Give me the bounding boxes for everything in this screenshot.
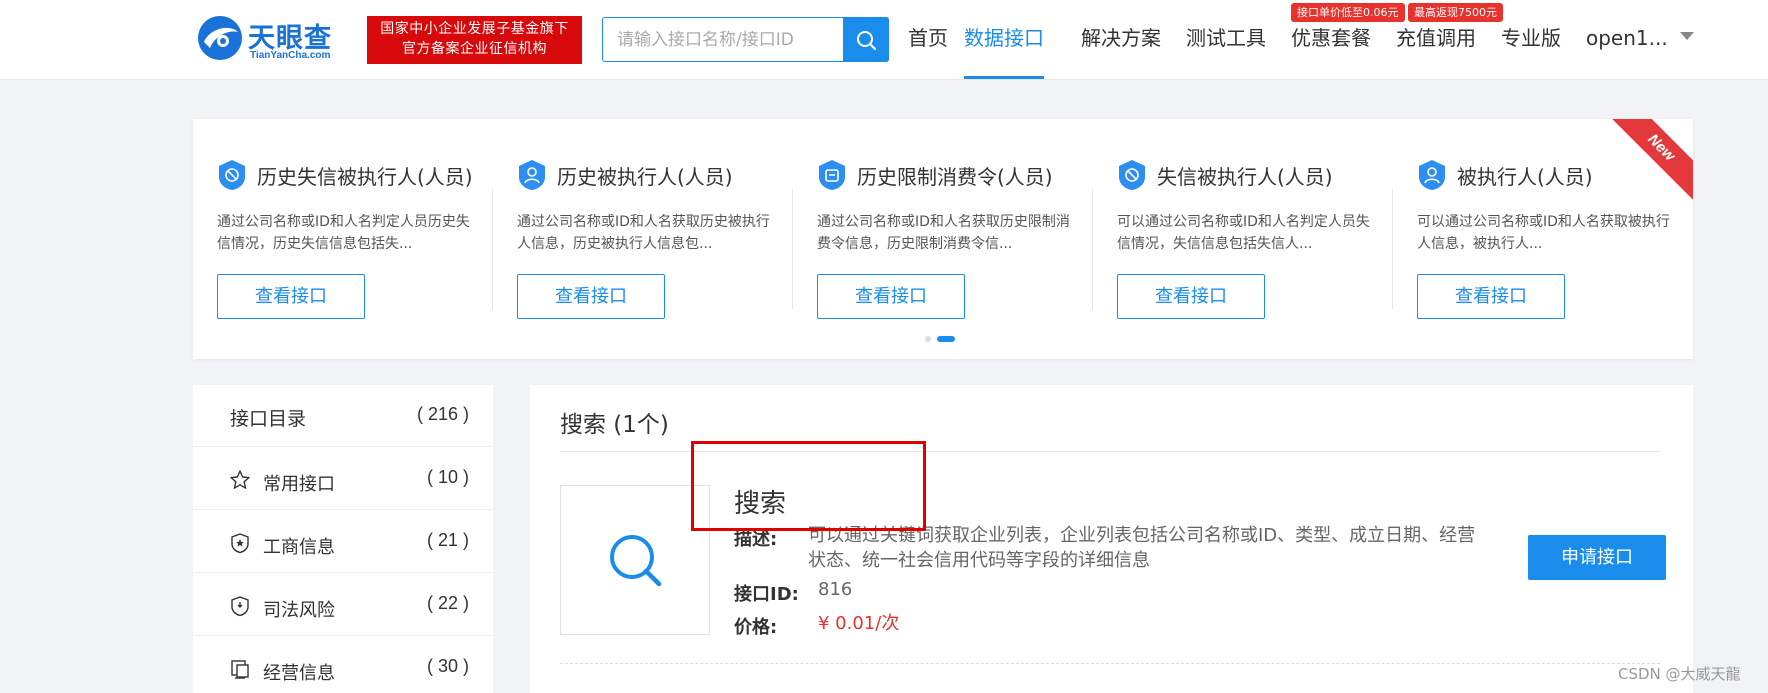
sidebar-item-business-info[interactable]: 工商信息 ( 21 ) <box>193 511 493 573</box>
top-header: 天眼查 TianYanCha.com 国家中小企业发展子基金旗下 官方备案企业征… <box>0 0 1768 80</box>
carousel-card: 历史限制消费令(人员) 通过公司名称或ID和人名获取历史限制消费令信息，历史限制… <box>793 119 1093 359</box>
search-icon <box>857 30 877 50</box>
shield-icon <box>219 160 245 190</box>
promo-tag-unit-price: 接口单价低至0.06元 <box>1291 3 1405 22</box>
sidebar-header[interactable]: 接口目录 ( 216 ) <box>193 385 493 447</box>
tianyancha-logo-icon <box>198 16 242 60</box>
sidebar-item-label: 经营信息 <box>263 663 335 684</box>
carousel-dot-2[interactable] <box>937 336 955 342</box>
api-id: 816 <box>818 579 853 600</box>
gov-badge-line1: 国家中小企业发展子基金旗下 <box>380 21 569 37</box>
gov-badge: 国家中小企业发展子基金旗下 官方备案企业征信机构 <box>367 16 582 64</box>
section-divider <box>560 451 1660 452</box>
sidebar-item-count: ( 22 ) <box>426 593 469 613</box>
card-description: 可以通过公司名称或ID和人名判定人员失信情况，失信信息包括失信人... <box>1117 214 1370 252</box>
api-desc-label: 描述: <box>734 529 778 550</box>
card-description: 通过公司名称或ID和人名获取历史限制消费令信息，历史限制消费令信... <box>817 214 1070 252</box>
star-icon <box>230 470 250 489</box>
sidebar-item-label: 工商信息 <box>263 537 335 558</box>
gov-badge-line2: 官方备案企业征信机构 <box>402 41 547 57</box>
api-id-label: 接口ID: <box>734 584 799 605</box>
card-title: 历史限制消费令(人员) <box>857 165 1053 189</box>
brand-domain: TianYanCha.com <box>250 50 331 61</box>
view-api-button[interactable]: 查看接口 <box>1117 274 1265 319</box>
brand-logo[interactable]: 天眼查 TianYanCha.com <box>196 12 356 68</box>
card-description: 通过公司名称或ID和人名获取历史被执行人信息，历史被执行人信息包... <box>517 214 770 252</box>
view-api-button[interactable]: 查看接口 <box>217 274 365 319</box>
api-price: ¥ 0.01/次 <box>818 613 900 634</box>
nav-pro-version[interactable]: 专业版 <box>1501 0 1561 79</box>
apply-api-button[interactable]: 申请接口 <box>1528 535 1666 580</box>
sidebar-item-label: 常用接口 <box>263 474 335 495</box>
api-price-label: 价格: <box>734 617 778 638</box>
api-description: 可以通过关键词获取企业列表，企业列表包括公司名称或ID、类型、成立日期、经营状态… <box>808 525 1476 571</box>
recommended-api-carousel: New 历史失信被执行人(人员) 通过公司名称或ID和人名判定人员历史失信情况，… <box>193 119 1693 359</box>
chevron-down-icon[interactable] <box>1680 32 1694 40</box>
person-shield-icon <box>519 160 545 190</box>
person-shield-icon <box>1419 160 1445 190</box>
carousel-card: 历史被执行人(人员) 通过公司名称或ID和人名获取历史被执行人信息，历史被执行人… <box>493 119 793 359</box>
view-api-button[interactable]: 查看接口 <box>1417 274 1565 319</box>
nav-solutions[interactable]: 解决方案 <box>1081 0 1161 79</box>
sidebar-item-label: 司法风险 <box>263 600 335 621</box>
sidebar-item-judicial-risk[interactable]: 司法风险 ( 22 ) <box>193 574 493 636</box>
shield-icon <box>1119 160 1145 190</box>
sidebar-item-count: ( 30 ) <box>426 656 469 676</box>
search-box <box>602 17 889 62</box>
nav-home[interactable]: 首页 <box>908 0 948 79</box>
carousel-card: 失信被执行人(人员) 可以通过公司名称或ID和人名判定人员失信情况，失信信息包括… <box>1093 119 1393 359</box>
search-button[interactable] <box>843 17 889 62</box>
sidebar-item-count: ( 21 ) <box>426 530 469 550</box>
card-title: 失信被执行人(人员) <box>1157 165 1333 189</box>
shield-icon <box>231 596 249 617</box>
monitor-icon <box>231 660 249 679</box>
card-description: 通过公司名称或ID和人名判定人员历史失信情况，历史失信信息包括失... <box>217 214 470 252</box>
view-api-button[interactable]: 查看接口 <box>817 274 965 319</box>
carousel-card: 被执行人(人员) 可以通过公司名称或ID和人名获取被执行人信息，被执行人... … <box>1393 119 1693 359</box>
card-description: 可以通过公司名称或ID和人名获取被执行人信息，被执行人... <box>1417 214 1670 252</box>
nav-data-api[interactable]: 数据接口 <box>964 0 1044 79</box>
sidebar-item-count: ( 10 ) <box>426 467 469 487</box>
promo-tag-cashback: 最高返现7500元 <box>1408 3 1503 22</box>
search-input[interactable] <box>603 18 843 61</box>
search-icon <box>610 535 662 587</box>
sidebar-header-label: 接口目录 <box>230 408 307 430</box>
card-title: 历史失信被执行人(人员) <box>257 165 473 189</box>
csdn-watermark: CSDN @大威天龍 <box>1618 665 1741 683</box>
sidebar-header-count: ( 216 ) <box>416 404 469 424</box>
item-divider <box>560 663 1660 664</box>
shield-icon <box>819 160 845 190</box>
section-title: 搜索 (1个) <box>560 412 669 438</box>
carousel-dot-1[interactable] <box>925 336 931 342</box>
sidebar-item-operations[interactable]: 经营信息 ( 30 ) <box>193 637 493 693</box>
card-title: 历史被执行人(人员) <box>557 165 733 189</box>
api-list-panel: 搜索 (1个) 搜索 描述: 可以通过关键词获取企业列表，企业列表包括公司名称或… <box>530 385 1693 693</box>
nav-test-tools[interactable]: 测试工具 <box>1186 0 1266 79</box>
api-catalog-sidebar: 接口目录 ( 216 ) 常用接口 ( 10 ) 工商信息 ( 21 ) 司法风… <box>193 385 493 693</box>
badge-icon <box>231 533 249 554</box>
api-name[interactable]: 搜索 <box>734 483 786 520</box>
card-title: 被执行人(人员) <box>1457 165 1593 189</box>
nav-user-menu[interactable]: open1... <box>1586 0 1668 79</box>
api-thumbnail[interactable] <box>560 485 710 635</box>
carousel-card: 历史失信被执行人(人员) 通过公司名称或ID和人名判定人员历史失信情况，历史失信… <box>193 119 493 359</box>
sidebar-item-common[interactable]: 常用接口 ( 10 ) <box>193 448 493 510</box>
view-api-button[interactable]: 查看接口 <box>517 274 665 319</box>
